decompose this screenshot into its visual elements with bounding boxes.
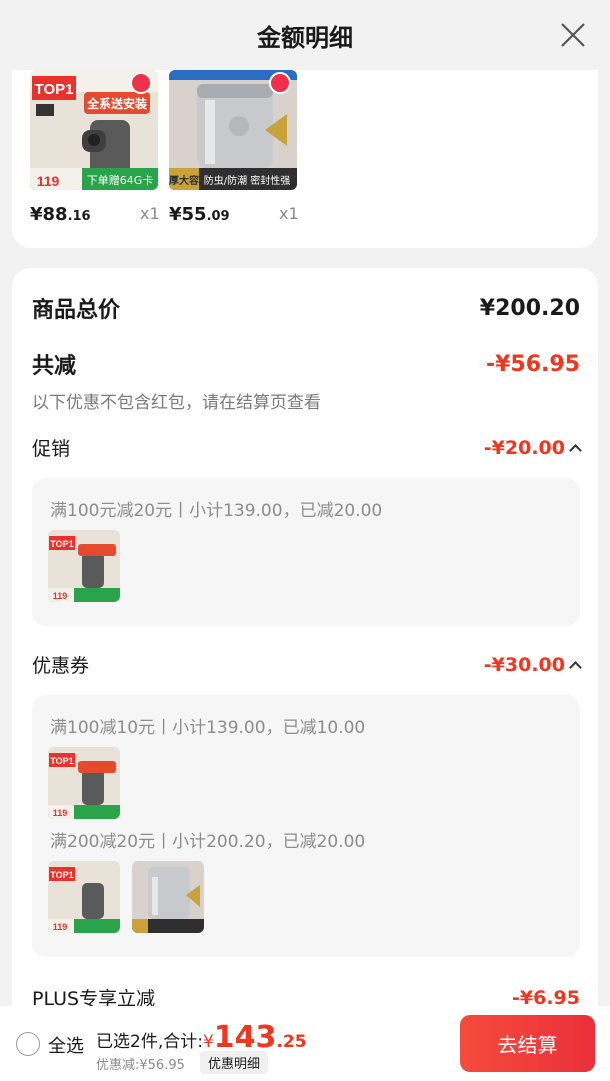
coupon-detail-box: 满100减10元丨小计139.00，已减10.00 TOP1 119 满200减2… (32, 695, 580, 957)
select-all-label[interactable]: 全选 (48, 1032, 84, 1058)
goods-total-value: ¥200.20 (479, 295, 580, 321)
discount-text: 优惠减:¥56.95 (96, 1058, 185, 1073)
total-summary: 已选2件,合计: ¥ 143 .25 (96, 1020, 307, 1055)
svg-text:119: 119 (53, 591, 68, 601)
total-reduce-value: -¥56.95 (485, 351, 580, 377)
svg-text:TOP1: TOP1 (50, 870, 73, 880)
reduce-note: 以下优惠不包含红包，请在结算页查看 (32, 393, 321, 413)
modal-header: 金额明细 (0, 0, 610, 70)
promotion-row[interactable]: 促销 -¥20.00 (32, 434, 582, 461)
modal-title: 金额明细 (257, 23, 353, 52)
coupon-product-thumb: TOP1 119 (48, 747, 120, 819)
coupon-rule-2: 满200减20元丨小计200.20，已减20.00 (50, 832, 366, 852)
coupon-product-thumb: TOP1 119 (48, 861, 120, 933)
svg-text:防虫/防潮 密封性强: 防虫/防潮 密封性强 (204, 174, 291, 187)
goods-total-row: 商品总价 ¥200.20 (32, 292, 580, 324)
total-amount-dec: .25 (276, 1032, 307, 1052)
product-thumbnail-bucket: 加厚大容量 防虫/防潮 密封性强 (169, 70, 297, 190)
product-badge: TOP1 (35, 81, 74, 98)
promotion-label: 促销 (32, 438, 71, 460)
promotion-product-thumb: TOP1 119 (48, 530, 120, 602)
selected-check-icon (269, 72, 291, 94)
coupon-value: -¥30.00 (483, 653, 565, 676)
svg-text:TOP1: TOP1 (50, 756, 73, 766)
svg-text:119: 119 (53, 922, 68, 932)
selected-products-card: TOP1 全系送安装 119 下单赠64G卡 ¥88.16 x1 厚大容量 防虫… (12, 70, 598, 248)
product-qty: x1 (279, 204, 299, 223)
product-qty: x1 (140, 204, 160, 223)
product-item[interactable]: TOP1 全系送安装 119 下单赠64G卡 ¥88.16 x1 (30, 70, 160, 225)
coupon-product-thumb (132, 861, 204, 933)
chevron-up-icon[interactable] (569, 660, 582, 674)
total-reduce-row: 共减 -¥56.95 (32, 348, 580, 380)
promotion-detail-box: 满100元减20元丨小计139.00，已减20.00 TOP1 119 (32, 478, 580, 626)
coupon-row[interactable]: 优惠券 -¥30.00 (32, 651, 582, 678)
product-item[interactable]: 加厚大容量 防虫/防潮 密封性强 ¥55.09 x1 (169, 70, 299, 225)
promotion-value: -¥20.00 (483, 436, 565, 459)
product-price: ¥55.09 (169, 204, 230, 225)
coupon-label: 优惠券 (32, 655, 90, 677)
promotion-rule: 满100元减20元丨小计139.00，已减20.00 (50, 501, 383, 521)
total-currency: ¥ (202, 1032, 214, 1052)
svg-text:下单赠64G卡: 下单赠64G卡 (87, 173, 154, 187)
discount-detail-button[interactable]: 优惠明细 (200, 1051, 269, 1074)
product-price: ¥88.16 (30, 204, 91, 225)
checkout-button[interactable]: 去结算 (460, 1015, 595, 1072)
selected-check-icon (130, 72, 152, 94)
checkout-bar: 全选 已选2件,合计: ¥ 143 .25 优惠减:¥56.95 优惠明细 去结… (0, 1006, 610, 1081)
svg-text:TOP1: TOP1 (50, 539, 73, 549)
svg-text:119: 119 (37, 173, 60, 189)
svg-text:119: 119 (53, 808, 68, 818)
close-icon[interactable] (560, 22, 586, 48)
selected-count-text: 已选2件,合计: (96, 1032, 203, 1052)
product-thumbnail-dashcam: TOP1 全系送安装 119 下单赠64G卡 (30, 70, 158, 190)
total-reduce-label: 共减 (32, 354, 77, 379)
chevron-up-icon[interactable] (569, 443, 582, 457)
amount-detail-card: 商品总价 ¥200.20 共减 -¥56.95 以下优惠不包含红包，请在结算页查… (12, 268, 598, 1081)
coupon-rule-1: 满100减10元丨小计139.00，已减10.00 (50, 718, 366, 738)
svg-text:全系送安装: 全系送安装 (86, 96, 147, 111)
goods-total-label: 商品总价 (32, 298, 121, 323)
total-amount-int: 143 (213, 1020, 277, 1055)
select-all-radio[interactable] (16, 1032, 40, 1056)
